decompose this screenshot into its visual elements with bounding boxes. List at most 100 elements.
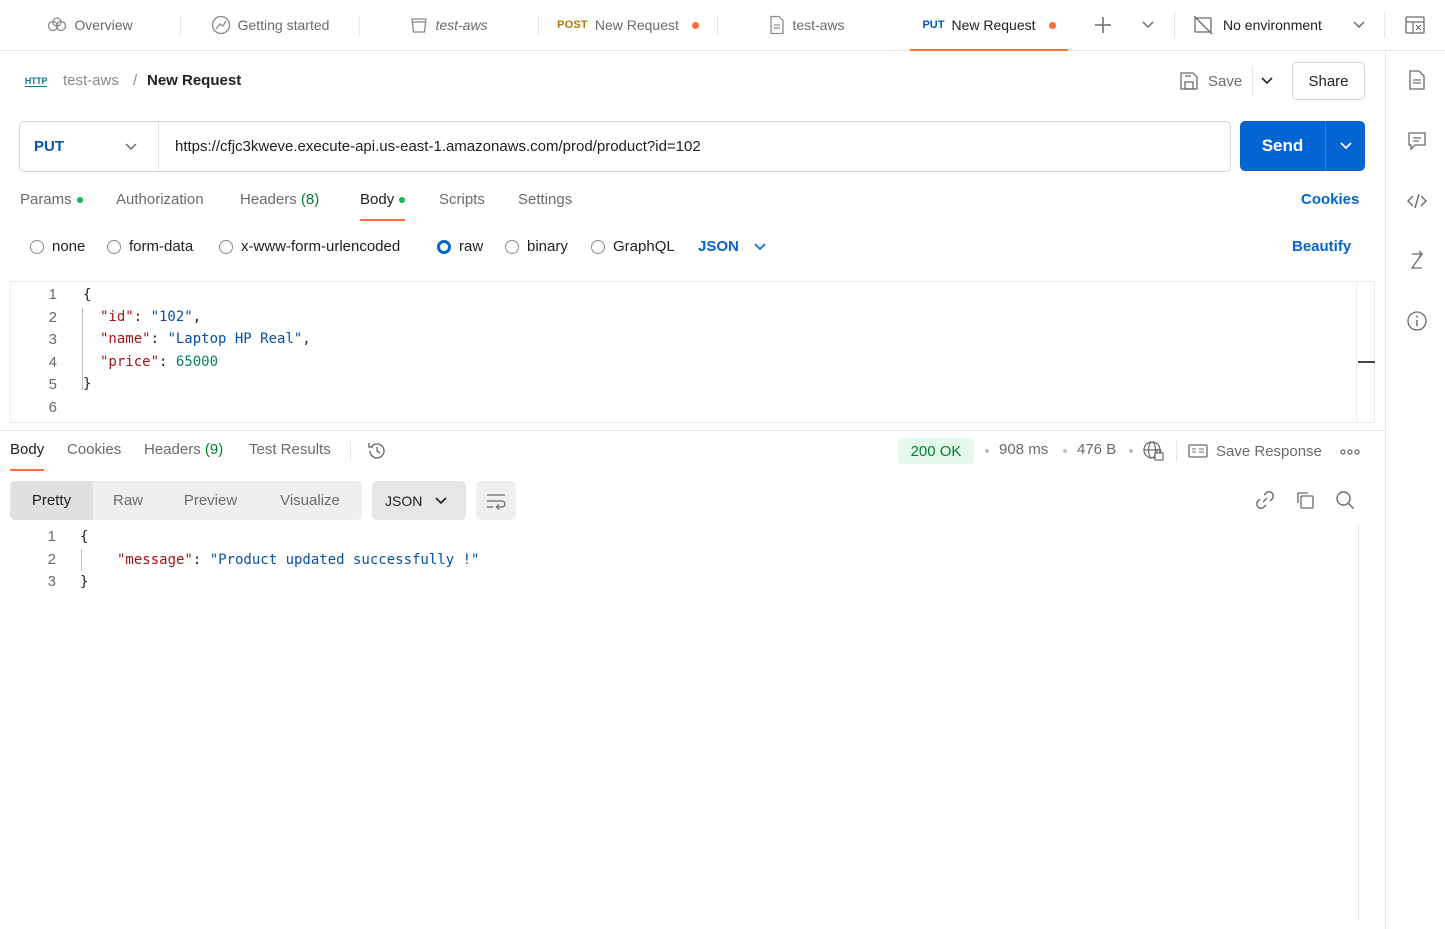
- save-button[interactable]: Save: [1179, 70, 1249, 92]
- related-collections-icon[interactable]: [1406, 250, 1428, 272]
- tab-label: Headers: [144, 441, 201, 458]
- tabs-dropdown-button[interactable]: [1139, 17, 1157, 33]
- cookies-link[interactable]: Cookies: [1301, 191, 1359, 221]
- send-options-button[interactable]: [1325, 121, 1365, 171]
- has-content-indicator: [76, 197, 83, 204]
- info-icon[interactable]: [1406, 310, 1428, 332]
- method-select[interactable]: PUT: [20, 122, 159, 171]
- request-body-editor[interactable]: 1 2 3 4 5 6 { "id": "102", "name": "Lapt…: [10, 281, 1375, 423]
- body-language-select[interactable]: JSON: [698, 238, 767, 255]
- tab-authorization[interactable]: Authorization: [116, 191, 204, 221]
- pane-divider[interactable]: [0, 430, 1385, 431]
- tab-label: Overview: [74, 17, 133, 33]
- response-body-viewer[interactable]: 1 2 3 { "message": "Product updated succ…: [0, 525, 1385, 925]
- method-badge: PUT: [922, 19, 945, 31]
- save-options-button[interactable]: [1259, 73, 1275, 89]
- beautify-button[interactable]: Beautify: [1292, 238, 1351, 255]
- method-label: PUT: [34, 138, 64, 155]
- radio-label: x-www-form-urlencoded: [241, 238, 401, 255]
- tab-label: test-aws: [435, 17, 488, 33]
- line-number: 1: [48, 286, 57, 303]
- scrollbar-track[interactable]: [1356, 282, 1357, 422]
- response-time[interactable]: 908 ms: [999, 441, 1048, 458]
- view-raw[interactable]: Raw: [93, 481, 163, 520]
- response-tab-cookies[interactable]: Cookies: [67, 441, 121, 471]
- body-type-urlencoded[interactable]: x-www-form-urlencoded: [219, 238, 400, 255]
- tab-settings[interactable]: Settings: [518, 191, 572, 221]
- code-line: "name": "Laptop HP Real",: [100, 331, 311, 347]
- history-button[interactable]: [366, 440, 388, 462]
- tab-collection[interactable]: test-aws: [360, 0, 538, 50]
- save-icon: [1180, 72, 1198, 90]
- json-key: "price": [100, 354, 160, 370]
- copy-link-button[interactable]: [1255, 490, 1275, 510]
- response-tab-body[interactable]: Body: [10, 441, 45, 471]
- send-button[interactable]: Send: [1240, 121, 1365, 171]
- separator-dot: [1129, 449, 1133, 453]
- response-size[interactable]: 476 B: [1077, 441, 1116, 458]
- comments-icon[interactable]: [1406, 130, 1428, 152]
- body-type-raw[interactable]: raw: [437, 238, 483, 255]
- tab-put-request[interactable]: PUT New Request: [910, 0, 1068, 51]
- status-badge[interactable]: 200 OK: [898, 438, 974, 464]
- view-pretty[interactable]: Pretty: [10, 481, 93, 520]
- chevron-down-icon: [125, 142, 137, 150]
- body-type-none[interactable]: none: [30, 238, 85, 255]
- view-visualize[interactable]: Visualize: [258, 481, 362, 520]
- json-punct: ,: [192, 309, 202, 325]
- chevron-down-icon: [754, 242, 766, 250]
- response-format-select[interactable]: JSON: [372, 481, 466, 520]
- search-button[interactable]: [1335, 490, 1355, 510]
- radio-button: [591, 239, 605, 254]
- tab-label: New Request: [951, 17, 1036, 33]
- code-brace: }: [83, 376, 92, 392]
- line-number: 3: [47, 573, 56, 590]
- response-tab-test-results[interactable]: Test Results: [249, 441, 331, 471]
- json-value: "Laptop HP Real": [167, 331, 303, 347]
- save-label: Save: [1208, 72, 1243, 90]
- headers-count: (9): [204, 441, 224, 458]
- network-info-button[interactable]: [1142, 440, 1164, 462]
- tab-label: Authorization: [116, 191, 204, 208]
- scrollbar-track[interactable]: [1358, 525, 1359, 920]
- documentation-icon[interactable]: [1406, 69, 1428, 91]
- view-preview[interactable]: Preview: [163, 481, 258, 520]
- code-brace: {: [80, 529, 89, 545]
- right-sidebar: [1385, 51, 1445, 929]
- radio-button: [505, 239, 519, 254]
- radio-label: form-data: [129, 238, 194, 255]
- tab-document[interactable]: test-aws: [718, 0, 896, 50]
- save-response-button[interactable]: Save Response: [1188, 440, 1333, 462]
- breadcrumb-collection[interactable]: test-aws: [63, 72, 119, 89]
- chevron-down-icon: [435, 496, 447, 504]
- tab-scripts[interactable]: Scripts: [439, 191, 485, 221]
- copy-button[interactable]: [1295, 490, 1315, 510]
- save-response-icon: [1188, 444, 1208, 458]
- tab-label: Params: [20, 191, 72, 208]
- environment-selector[interactable]: No environment: [1185, 0, 1375, 50]
- body-type-form-data[interactable]: form-data: [107, 238, 193, 255]
- tab-body[interactable]: Body: [360, 191, 406, 221]
- code-icon[interactable]: [1406, 190, 1428, 212]
- new-tab-button[interactable]: [1093, 15, 1113, 35]
- tab-post-request[interactable]: POST New Request: [539, 0, 717, 50]
- history-icon: [368, 443, 385, 459]
- environment-quick-look-button[interactable]: [1404, 14, 1426, 36]
- share-button[interactable]: Share: [1292, 62, 1365, 100]
- chevron-down-icon: [1142, 21, 1154, 29]
- wrap-lines-icon: [487, 493, 506, 510]
- body-type-graphql[interactable]: GraphQL: [591, 238, 675, 255]
- body-type-binary[interactable]: binary: [505, 238, 568, 255]
- page-title[interactable]: New Request: [147, 72, 241, 89]
- more-options-button[interactable]: [1340, 445, 1360, 457]
- tab-params[interactable]: Params: [20, 191, 83, 221]
- tab-overview[interactable]: Overview: [0, 0, 180, 50]
- tab-getting-started[interactable]: Getting started: [181, 0, 359, 50]
- response-tab-headers[interactable]: Headers (9): [144, 441, 223, 471]
- url-input[interactable]: https://cfjc3kweve.execute-api.us-east-1…: [175, 138, 701, 155]
- chevron-down-icon: [1261, 77, 1273, 85]
- tab-headers[interactable]: Headers (8): [240, 191, 319, 221]
- wrap-lines-button[interactable]: [476, 481, 516, 520]
- scrollbar-thumb[interactable]: [1358, 361, 1375, 363]
- radio-label: binary: [527, 238, 568, 255]
